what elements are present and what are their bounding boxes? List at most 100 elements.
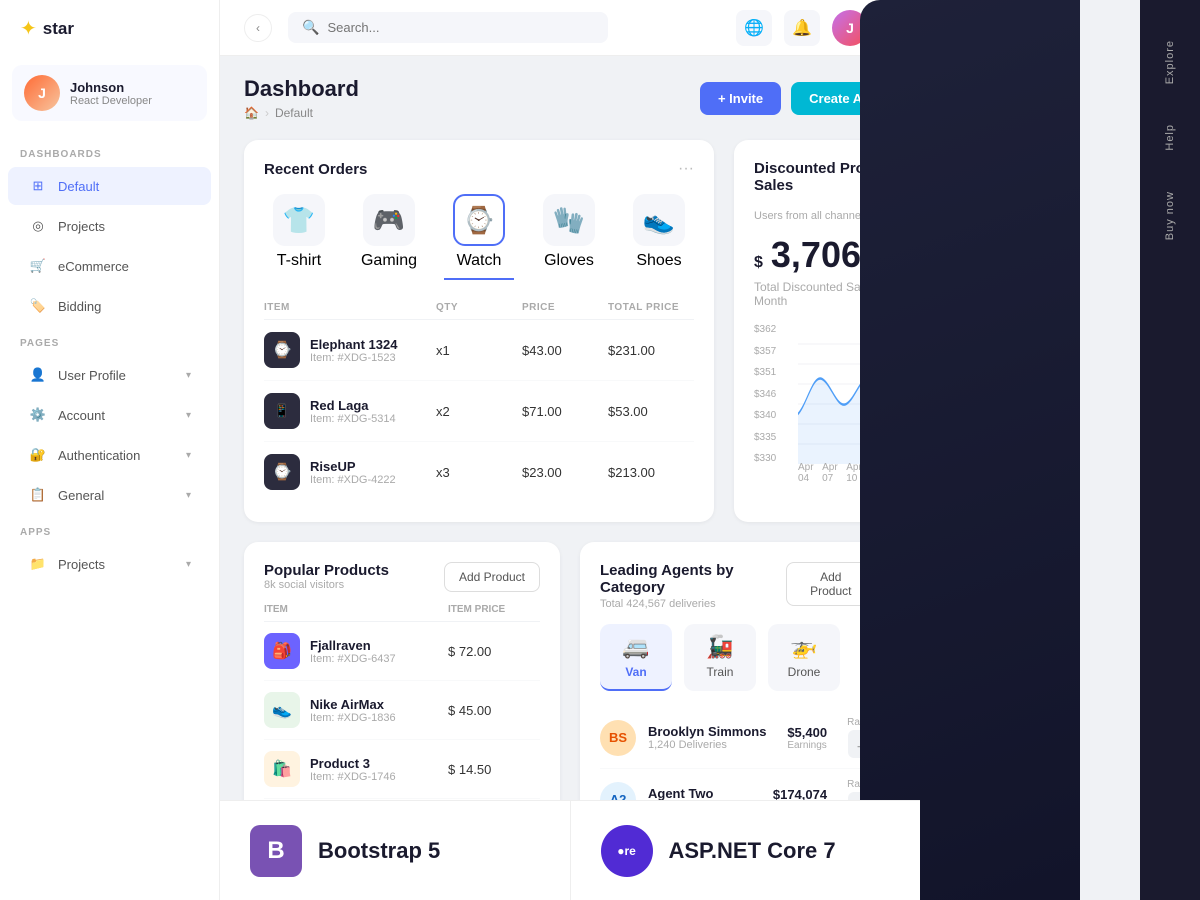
sidebar-item-account[interactable]: ⚙️ Account ▾ <box>8 396 211 434</box>
sidebar-item-projects-app[interactable]: 📁 Projects ▾ <box>8 545 211 583</box>
tab-shoes[interactable]: 👟 Shoes <box>624 194 694 280</box>
sidebar-item-label: Projects <box>58 219 105 234</box>
bootstrap-banner[interactable]: B Bootstrap 5 <box>220 800 570 900</box>
list-item: 🛍️ Product 3 Item: #XDG-1746 $ 14.50 <box>264 740 540 799</box>
chevron-down-icon: ▾ <box>186 370 191 381</box>
total-price: $231.00 <box>608 343 694 358</box>
item-thumbnail: 👟 <box>264 692 300 728</box>
home-icon[interactable]: 🏠 <box>244 106 259 120</box>
buy-now-button[interactable]: Buy now <box>1164 171 1176 260</box>
list-item: 👟 Nike AirMax Item: #XDG-1836 $ 45.00 <box>264 681 540 740</box>
search-bar[interactable]: 🔍 <box>288 12 608 43</box>
order-tabs: 👕 T-shirt 🎮 Gaming ⌚ Watch 🧤 <box>264 194 694 280</box>
sidebar-collapse-button[interactable]: ‹ <box>244 14 272 42</box>
price: $43.00 <box>522 343 608 358</box>
logo: ✦ star <box>0 0 219 57</box>
item-price: $ 72.00 <box>448 644 540 659</box>
user-name: Johnson <box>70 80 152 95</box>
sidebar-item-general[interactable]: 📋 General ▾ <box>8 476 211 514</box>
notification-icon-button[interactable]: 🔔 <box>784 10 820 46</box>
item-name: Elephant 1324 <box>310 337 397 352</box>
qty: x2 <box>436 404 522 419</box>
help-button[interactable]: Help <box>1164 104 1176 171</box>
logo-star-icon: ✦ <box>20 16 37 41</box>
bootstrap-icon: B <box>250 825 302 877</box>
total-price: $213.00 <box>608 465 694 480</box>
add-product-button[interactable]: Add Product <box>444 562 540 592</box>
user-profile-card[interactable]: J Johnson React Developer <box>12 65 207 121</box>
van-icon: 🚐 <box>622 634 649 660</box>
agent-earnings-amount: $174,074 <box>773 787 827 801</box>
bottom-row: Popular Products 8k social visitors Add … <box>244 542 896 800</box>
tab-label: Watch <box>457 252 502 270</box>
popular-products-title: Popular Products <box>264 562 389 579</box>
popular-products-card: Popular Products 8k social visitors Add … <box>244 542 560 800</box>
sidebar-item-label: Authentication <box>58 448 140 463</box>
sidebar-item-label: Default <box>58 179 99 194</box>
bidding-icon: 🏷️ <box>28 296 48 316</box>
cat-tab-train[interactable]: 🚂 Train <box>684 624 756 691</box>
tab-gaming[interactable]: 🎮 Gaming <box>354 194 424 280</box>
breadcrumb-sep: › <box>265 106 269 120</box>
sidebar-item-label: Bidding <box>58 299 101 314</box>
products-table-header: ITEM ITEM PRICE <box>264 598 540 622</box>
sidebar-item-bidding[interactable]: 🏷️ Bidding <box>8 287 211 325</box>
page-header: Dashboard 🏠 › Default + Invite Create Ap… <box>244 76 896 120</box>
aspnet-banner[interactable]: ●re ASP.NET Core 7 <box>570 800 921 900</box>
item-sku: Item: #XDG-1836 <box>310 712 396 724</box>
cat-tab-drone[interactable]: 🚁 Drone <box>768 624 840 691</box>
chevron-down-icon: ▾ <box>186 410 191 421</box>
more-options-icon[interactable]: ··· <box>678 160 694 178</box>
search-icon: 🔍 <box>302 19 319 36</box>
list-item: A2 Agent Two 6,074 Deliveries $174,074 E… <box>600 769 876 800</box>
projects-icon: ◎ <box>28 216 48 236</box>
recent-orders-header: Recent Orders ··· <box>264 160 694 178</box>
sidebar-item-user-profile[interactable]: 👤 User Profile ▾ <box>8 356 211 394</box>
explore-button[interactable]: Explore <box>1164 20 1176 104</box>
sidebar-item-label: Projects <box>58 557 105 572</box>
invite-button[interactable]: + Invite <box>700 82 781 115</box>
item-name: Fjallraven <box>310 638 396 653</box>
chart-y-labels: $362 $357 $351 $346 $340 $335 $330 <box>754 324 794 464</box>
topbar: ‹ 🔍 🌐 🔔 J → <box>220 0 920 56</box>
main-content: ‹ 🔍 🌐 🔔 J → Dashboard 🏠 › <box>220 0 920 900</box>
cat-tab-label: Train <box>707 665 734 679</box>
general-icon: 📋 <box>28 485 48 505</box>
sales-amount: 3,706 <box>771 234 861 276</box>
sidebar-item-projects[interactable]: ◎ Projects <box>8 207 211 245</box>
user-profile-icon: 👤 <box>28 365 48 385</box>
bootstrap-text: Bootstrap 5 <box>318 838 440 864</box>
cat-tab-van[interactable]: 🚐 Van <box>600 624 672 691</box>
globe-icon-button[interactable]: 🌐 <box>736 10 772 46</box>
orders-table-header: ITEM QTY PRICE TOTAL PRICE <box>264 296 694 320</box>
tshirt-icon: 👕 <box>273 194 325 246</box>
train-icon: 🚂 <box>706 634 733 660</box>
content-area: Dashboard 🏠 › Default + Invite Create Ap… <box>220 56 920 800</box>
sidebar-item-label: User Profile <box>58 368 126 383</box>
popular-products-header: Popular Products 8k social visitors Add … <box>264 562 540 592</box>
tab-gloves[interactable]: 🧤 Gloves <box>534 194 604 280</box>
promo-banners: B Bootstrap 5 ●re ASP.NET Core 7 <box>220 800 920 900</box>
page-title: Dashboard <box>244 76 359 102</box>
table-row: 📱 Red Laga Item: #XDG-5314 x2 $71.00 $53… <box>264 381 694 442</box>
breadcrumb: 🏠 › Default <box>244 106 359 120</box>
tab-watch[interactable]: ⌚ Watch <box>444 194 514 280</box>
sidebar-item-default[interactable]: ⊞ Default <box>8 167 211 205</box>
item-price: $ 45.00 <box>448 703 540 718</box>
sidebar-item-authentication[interactable]: 🔐 Authentication ▾ <box>8 436 211 474</box>
recent-orders-title: Recent Orders <box>264 161 367 178</box>
gaming-icon: 🎮 <box>363 194 415 246</box>
search-input[interactable] <box>327 20 594 35</box>
ecommerce-icon: 🛒 <box>28 256 48 276</box>
leading-agents-subtitle: Total 424,567 deliveries <box>600 598 786 610</box>
sidebar-item-ecommerce[interactable]: 🛒 eCommerce <box>8 247 211 285</box>
qty: x1 <box>436 343 522 358</box>
item-thumbnail: ⌚ <box>264 454 300 490</box>
breadcrumb-current: Default <box>275 106 313 120</box>
aspnet-icon: ●re <box>601 825 653 877</box>
chevron-down-icon: ▾ <box>186 559 191 570</box>
list-item: 🎒 Fjallraven Item: #XDG-6437 $ 72.00 <box>264 622 540 681</box>
section-pages-label: PAGES <box>0 326 219 355</box>
tab-tshirt[interactable]: 👕 T-shirt <box>264 194 334 280</box>
sidebar-item-label: Account <box>58 408 105 423</box>
